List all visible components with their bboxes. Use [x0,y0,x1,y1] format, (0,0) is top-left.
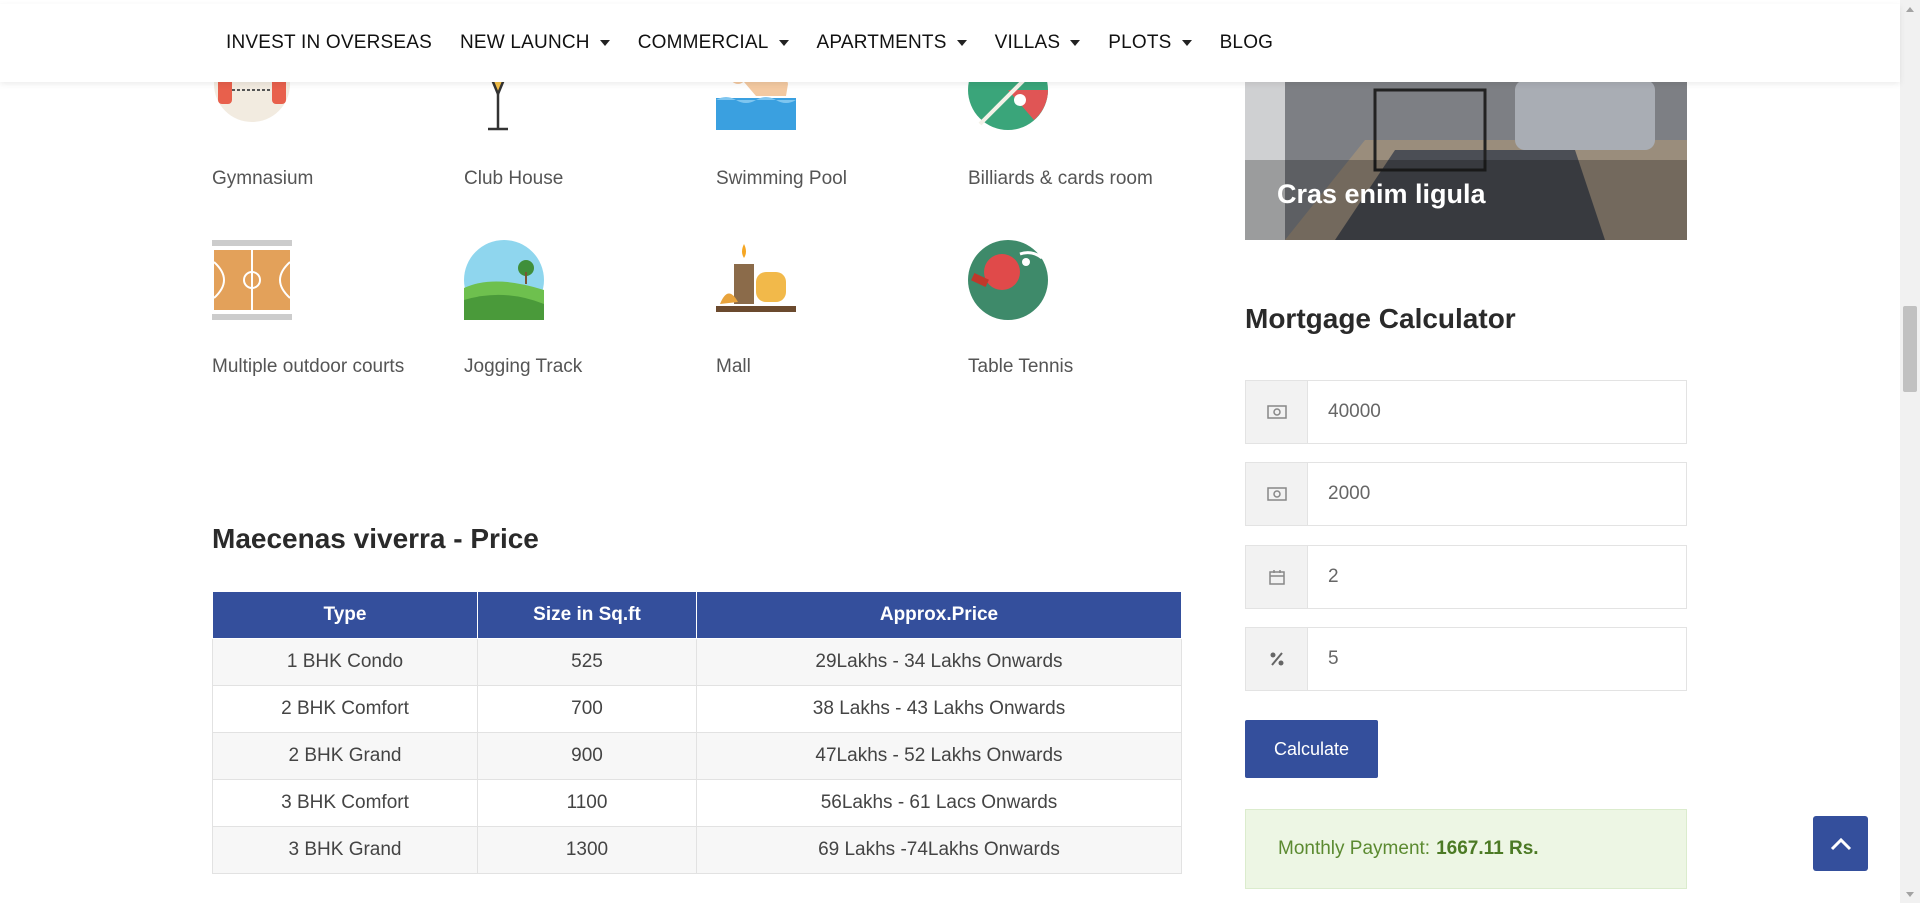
money-icon [1246,381,1308,443]
column-header: Approx.Price [696,591,1182,639]
landscape-icon [464,240,544,320]
interest-rate-field-group [1245,627,1687,691]
table-cell: 1300 [477,826,697,874]
result-label: Monthly Payment: [1278,838,1431,859]
price-section-title: Maecenas viverra - Price [212,523,539,554]
table-cell: 3 BHK Comfort [212,779,478,827]
amenity-label: Club House [464,168,564,189]
scroll-down-arrow-icon[interactable] [1903,887,1917,901]
loan-amount-field-group [1245,380,1687,444]
down-payment-field-group [1245,462,1687,526]
table-cell: 525 [477,638,697,686]
spa-stones-icon [716,244,796,312]
caret-down-icon [956,40,967,46]
nav-item-plots[interactable]: PLOTS [1108,32,1192,54]
loan-term-input[interactable] [1308,546,1686,608]
page-scrollbar[interactable] [1900,0,1920,903]
table-row: 2 BHK Comfort 700 38 Lakhs - 43 Lakhs On… [212,685,1182,733]
table-cell: 3 BHK Grand [212,826,478,874]
amenity-label: Table Tennis [968,356,1074,377]
back-to-top-button[interactable] [1813,816,1868,871]
caret-down-icon [599,40,610,46]
table-header-row: Type Size in Sq.ft Approx.Price [212,591,1182,639]
table-cell: 2 BHK Comfort [212,685,478,733]
caret-down-icon [1070,40,1081,46]
table-row: 1 BHK Condo 525 29Lakhs - 34 Lakhs Onwar… [212,638,1182,686]
interest-rate-input[interactable] [1308,628,1686,690]
scroll-up-arrow-icon[interactable] [1903,2,1917,16]
monthly-payment-result: Monthly Payment: 1667.11 Rs. [1245,809,1687,889]
mortgage-calculator-title: Mortgage Calculator [1245,303,1516,334]
chevron-up-icon [1830,837,1851,850]
table-cell: 900 [477,732,697,780]
column-header: Type [212,591,478,639]
price-table: Type Size in Sq.ft Approx.Price 1 BHK Co… [212,591,1182,874]
living-room-image [1245,80,1687,240]
money-icon [1246,463,1308,525]
nav-item-commercial[interactable]: COMMERCIAL [638,32,789,54]
amenity-label: Mall [716,356,751,377]
nav-label: NEW LAUNCH [459,32,590,53]
amenity-label: Jogging Track [464,356,583,377]
amenity-label: Gymnasium [212,168,314,189]
nav-item-blog[interactable]: BLOG [1220,32,1274,54]
table-row: 3 BHK Comfort 1100 56Lakhs - 61 Lacs Onw… [212,779,1182,827]
nav-item-apartments[interactable]: APARTMENTS [817,32,967,54]
nav-label: PLOTS [1108,32,1172,53]
scrollbar-thumb[interactable] [1903,306,1917,392]
loan-term-field-group [1245,545,1687,609]
table-cell: 1 BHK Condo [212,638,478,686]
calculate-button[interactable]: Calculate [1245,720,1378,778]
featured-listing-title: Cras enim ligula [1277,179,1486,209]
caret-down-icon [1181,40,1192,46]
amenity-label: Billiards & cards room [968,168,1153,189]
table-cell: 38 Lakhs - 43 Lakhs Onwards [696,685,1182,733]
nav-label: BLOG [1219,32,1274,53]
table-cell: 700 [477,685,697,733]
result-value: 1667.11 Rs. [1436,838,1539,859]
down-payment-input[interactable] [1308,463,1686,525]
table-cell: 69 Lakhs -74Lakhs Onwards [696,826,1182,874]
table-cell: 2 BHK Grand [212,732,478,780]
table-tennis-icon [968,240,1048,320]
calendar-icon [1246,546,1308,608]
nav-item-villas[interactable]: VILLAS [995,32,1081,54]
table-row: 2 BHK Grand 900 47Lakhs - 52 Lakhs Onwar… [212,732,1182,780]
nav-label: APARTMENTS [816,32,947,53]
nav-label: COMMERCIAL [637,32,769,53]
table-cell: 1100 [477,779,697,827]
amenity-label: Swimming Pool [716,168,847,189]
table-cell: 56Lakhs - 61 Lacs Onwards [696,779,1182,827]
basketball-court-icon [212,240,292,320]
loan-amount-input[interactable] [1308,381,1686,443]
main-navigation: INVEST IN OVERSEAS NEW LAUNCH COMMERCIAL… [0,4,1900,82]
percent-icon [1246,628,1308,690]
column-header: Size in Sq.ft [477,591,697,639]
nav-label: INVEST IN OVERSEAS [226,32,432,53]
nav-item-invest-in-overseas[interactable]: INVEST IN OVERSEAS [226,32,432,54]
table-row: 3 BHK Grand 1300 69 Lakhs -74Lakhs Onwar… [212,826,1182,874]
table-cell: 47Lakhs - 52 Lakhs Onwards [696,732,1182,780]
featured-listing-card[interactable]: Cras enim ligula [1245,80,1687,240]
caret-down-icon [778,40,789,46]
nav-label: VILLAS [994,32,1061,53]
nav-item-new-launch[interactable]: NEW LAUNCH [460,32,610,54]
table-cell: 29Lakhs - 34 Lakhs Onwards [696,638,1182,686]
amenity-label: Multiple outdoor courts [212,356,405,377]
